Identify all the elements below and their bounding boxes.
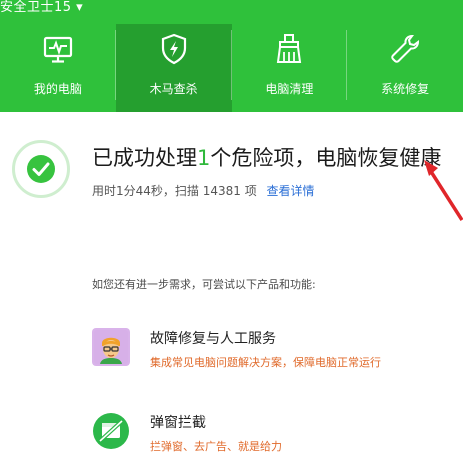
nav-tab-trojan-scan[interactable]: 木马查杀 [115,24,232,112]
check-icon [27,155,55,183]
scan-summary: 用时1分44秒，扫描 14381 项 [92,184,257,198]
recommendation-repair-service[interactable]: 故障修复与人工服务 集成常见电脑问题解决方案，保障电脑正常运行 [92,328,381,370]
technician-avatar-icon [92,328,130,366]
nav-tab-label: 木马查杀 [149,82,198,96]
recommendation-title: 弹窗拦截 [150,415,206,431]
result-headline: 已成功处理1个危险项，电脑恢复健康 [92,142,441,172]
recommendation-title: 故障修复与人工服务 [150,331,276,347]
nav-tab-label: 电脑清理 [265,82,314,96]
nav-tab-label: 我的电脑 [33,82,82,96]
nav-tab-label: 系统修复 [381,82,430,96]
headline-suffix: 个危险项，电脑恢复健康 [210,146,442,170]
headline-prefix: 已成功处理 [92,146,197,170]
headline-count: 1 [197,146,211,170]
popup-block-icon [92,412,130,450]
top-bar: 安全卫士15 ▾ 我的电脑 木马查杀 电脑清理 系统修复 [0,0,463,112]
view-details-link[interactable]: 查看详情 [267,184,315,198]
broom-icon [277,34,302,63]
success-badge [12,140,70,198]
recommendation-popup-block[interactable]: 弹窗拦截 拦弹窗、去广告、就是给力 [92,412,282,454]
main-nav: 我的电脑 木马查杀 电脑清理 系统修复 [0,24,463,112]
red-arrow-annotation [424,160,463,221]
shield-bolt-icon [161,33,186,65]
recommendation-desc: 拦弹窗、去广告、就是给力 [150,440,282,453]
app-brand[interactable]: 安全卫士15 ▾ [0,0,83,15]
monitor-pulse-icon [43,36,72,63]
nav-tab-cleanup[interactable]: 电脑清理 [232,24,348,112]
further-needs-hint: 如您还有进一步需求，可尝试以下产品和功能: [92,278,316,291]
wrench-icon [391,34,420,63]
scan-summary-line: 用时1分44秒，扫描 14381 项 查看详情 [92,182,315,199]
nav-tab-my-computer[interactable]: 我的电脑 [0,24,116,112]
nav-tab-system-repair[interactable]: 系统修复 [347,24,463,112]
recommendation-desc: 集成常见电脑问题解决方案，保障电脑正常运行 [150,356,381,369]
